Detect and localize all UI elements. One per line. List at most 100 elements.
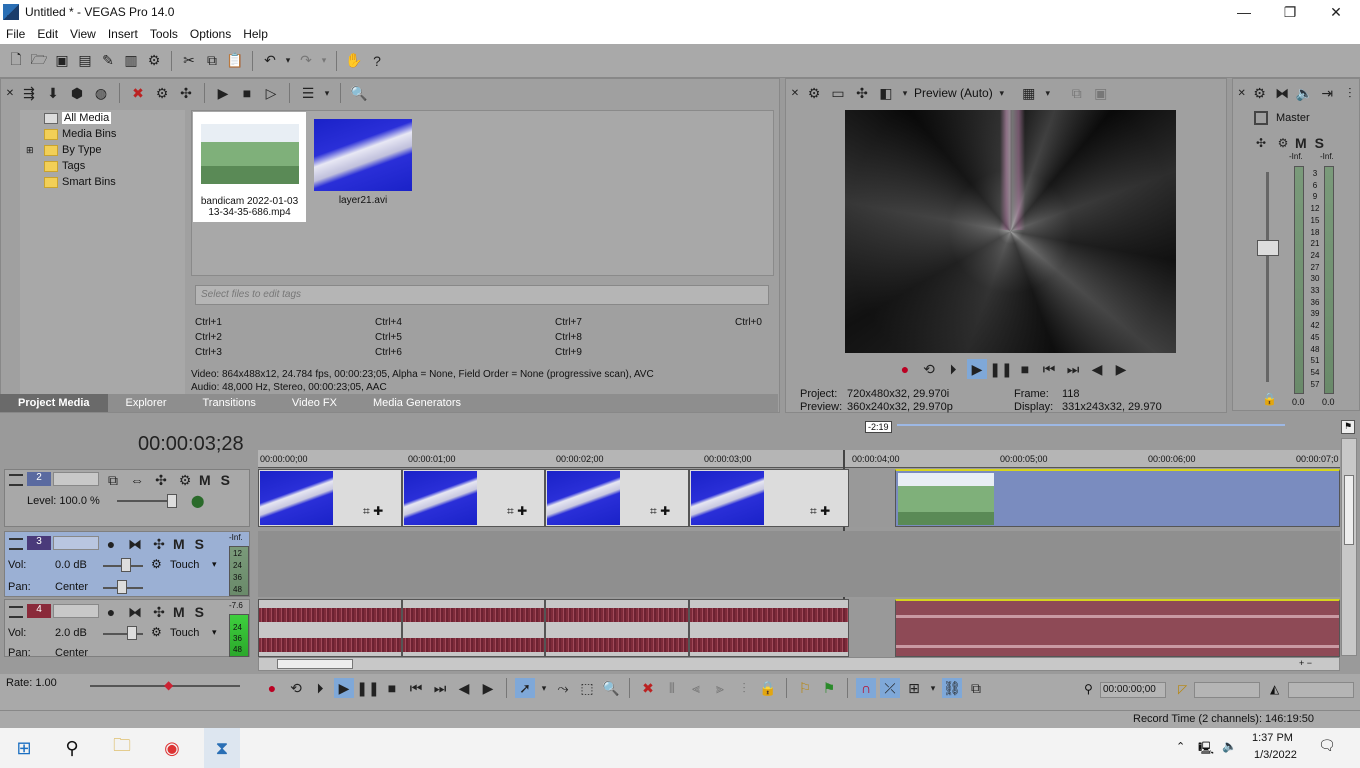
track-name-field[interactable]	[53, 604, 99, 618]
speaker-icon[interactable]: 🔈	[1295, 83, 1314, 103]
tag-shortcut[interactable]: Ctrl+0	[735, 317, 762, 328]
lock-envelopes-icon[interactable]: ⛓	[942, 678, 962, 698]
vol-slider-handle[interactable]	[127, 626, 137, 640]
tab-explorer[interactable]: Explorer	[108, 394, 185, 412]
timeline-horizontal-scrollbar[interactable]: + −	[258, 657, 1340, 671]
track-fx-icon[interactable]: ✣	[149, 602, 169, 622]
trim-end-icon[interactable]: ⫸	[710, 678, 730, 698]
automation-gear-icon[interactable]: ⚙	[151, 625, 162, 639]
tree-item-media-bins[interactable]: Media Bins	[20, 126, 185, 142]
open-folder-icon[interactable]: 🗁	[29, 51, 49, 71]
audio-track-3-lane[interactable]	[258, 531, 1340, 597]
help-icon[interactable]: ?	[367, 51, 387, 71]
video-track-lane[interactable]: ⌗ ✚ ⌗ ✚ ⌗ ✚ ⌗ ✚	[258, 469, 1340, 527]
timeline-vertical-scrollbar[interactable]	[1341, 438, 1357, 656]
save-snapshot-icon[interactable]: ▣	[1091, 83, 1111, 103]
arm-record-icon[interactable]: ●	[101, 534, 121, 554]
notifications-icon[interactable]: 🗨	[1318, 737, 1336, 754]
automation-dropdown-icon[interactable]: ▾	[212, 627, 217, 638]
import-media-icon[interactable]: ⇶	[19, 83, 39, 103]
volume-icon[interactable]: 🔈	[1222, 739, 1237, 753]
stop-media-icon[interactable]: ■	[237, 83, 257, 103]
edit-tool-dropdown-icon[interactable]: ▾	[539, 678, 549, 698]
composite-child-icon[interactable]: ⬤	[191, 494, 204, 508]
audio-event[interactable]	[689, 599, 849, 657]
play-icon[interactable]: ▶	[967, 359, 987, 379]
lock-icon[interactable]: 🔒	[1262, 392, 1277, 406]
record-icon[interactable]: ●	[262, 678, 282, 698]
redo-icon[interactable]: ↷	[296, 51, 316, 71]
menu-help[interactable]: Help	[237, 27, 274, 41]
play-media-icon[interactable]: ▶	[213, 83, 233, 103]
settings-gear-icon[interactable]: ⚙	[144, 51, 164, 71]
render-icon[interactable]: ✎	[98, 51, 118, 71]
menu-view[interactable]: View	[64, 27, 102, 41]
auto-preview-icon[interactable]: ▷	[261, 83, 281, 103]
undo-dropdown-icon[interactable]: ▾	[283, 51, 293, 71]
chrome-icon[interactable]: ◉	[158, 734, 186, 762]
cursor-position-field[interactable]: 00:00:00;00	[1100, 682, 1166, 698]
stop-icon[interactable]: ■	[1015, 359, 1035, 379]
track-name-field[interactable]	[53, 536, 99, 550]
copy-snapshot-icon[interactable]: ⧉	[1067, 83, 1087, 103]
trim-icon[interactable]: ⫴	[662, 678, 682, 698]
arm-record-icon[interactable]: ●	[101, 602, 121, 622]
video-fx-gear-icon[interactable]: ⚙	[804, 83, 824, 103]
vol-slider-handle[interactable]	[121, 558, 131, 572]
level-slider-handle[interactable]	[167, 494, 177, 508]
automation-gear-icon[interactable]: ⚙	[151, 557, 162, 571]
audio-event[interactable]	[258, 599, 402, 657]
go-to-end-icon[interactable]: ⏭	[430, 678, 450, 698]
mixer-settings-icon[interactable]: ⫶	[1340, 83, 1359, 103]
event-crop-icon[interactable]: ⌗ ✚	[363, 504, 383, 519]
event-crop-icon[interactable]: ⌗ ✚	[650, 504, 670, 519]
tree-item-all-media[interactable]: All Media	[20, 110, 185, 126]
compositing-mode-icon[interactable]: ⧉	[103, 470, 123, 490]
overlays-dropdown-icon[interactable]: ▾	[1043, 83, 1053, 103]
ignore-grouping-icon[interactable]: ⧉	[966, 678, 986, 698]
split-screen-icon[interactable]: ✣	[852, 83, 872, 103]
loop-region-bar[interactable]	[897, 424, 1285, 426]
windows-start-icon[interactable]: ⊞	[10, 734, 38, 762]
track-gear-icon[interactable]: ⚙	[175, 470, 195, 490]
time-ruler[interactable]: 00:00:00;00 00:00:01;00 00:00:02;00 00:0…	[258, 450, 1340, 468]
save-icon[interactable]: ▣	[52, 51, 72, 71]
insert-region-icon[interactable]: ⚑	[819, 678, 839, 698]
overlays-grid-icon[interactable]: ▦	[1019, 83, 1039, 103]
track-mute-button[interactable]: M	[173, 536, 185, 552]
prev-frame-icon[interactable]: ◀	[454, 678, 474, 698]
video-event[interactable]: ⌗ ✚	[689, 469, 849, 527]
go-to-end-icon[interactable]: ⏭	[1063, 359, 1083, 379]
go-to-start-icon[interactable]: ⏮	[406, 678, 426, 698]
minimize-button[interactable]: —	[1221, 0, 1267, 24]
track-fx-icon[interactable]: ✣	[151, 470, 171, 490]
track-motion-icon[interactable]: ⇔	[127, 470, 147, 490]
tab-transitions[interactable]: Transitions	[185, 394, 274, 412]
play-icon[interactable]: ▶	[334, 678, 354, 698]
pause-icon[interactable]: ❚❚	[356, 678, 379, 698]
preview-quality-select[interactable]: Preview (Auto)	[914, 86, 993, 100]
timecode-display[interactable]: 00:00:03;28	[138, 433, 244, 456]
video-event[interactable]: ⌗ ✚	[545, 469, 689, 527]
invert-phase-icon[interactable]: ⧓	[125, 534, 145, 554]
play-from-start-icon[interactable]: ⏵	[943, 359, 963, 379]
audio-event[interactable]	[402, 599, 545, 657]
vertical-scroll-thumb[interactable]	[1344, 475, 1354, 545]
track-solo-button[interactable]: S	[221, 472, 230, 488]
next-frame-icon[interactable]: ▶	[478, 678, 498, 698]
event-crop-icon[interactable]: ⌗ ✚	[507, 504, 527, 519]
track-collapse-icon[interactable]	[9, 538, 23, 550]
redo-dropdown-icon[interactable]: ▾	[319, 51, 329, 71]
audio-track-4-lane[interactable]	[258, 599, 1340, 657]
dim-output-icon[interactable]: ⇥	[1318, 83, 1337, 103]
master-fx-icon[interactable]: ✣	[1251, 133, 1271, 153]
master-checkbox-icon[interactable]	[1254, 111, 1268, 125]
preview-quality-dropdown-icon[interactable]: ▾	[900, 83, 910, 103]
track-name-field[interactable]	[53, 472, 99, 486]
external-monitor-icon[interactable]: ▭	[828, 83, 848, 103]
tag-shortcut[interactable]: Ctrl+6	[375, 347, 402, 358]
track-solo-button[interactable]: S	[195, 604, 204, 620]
audio-event[interactable]	[545, 599, 689, 657]
media-fx-icon[interactable]: ⚙	[152, 83, 172, 103]
tag-shortcut[interactable]: Ctrl+4	[375, 317, 402, 328]
